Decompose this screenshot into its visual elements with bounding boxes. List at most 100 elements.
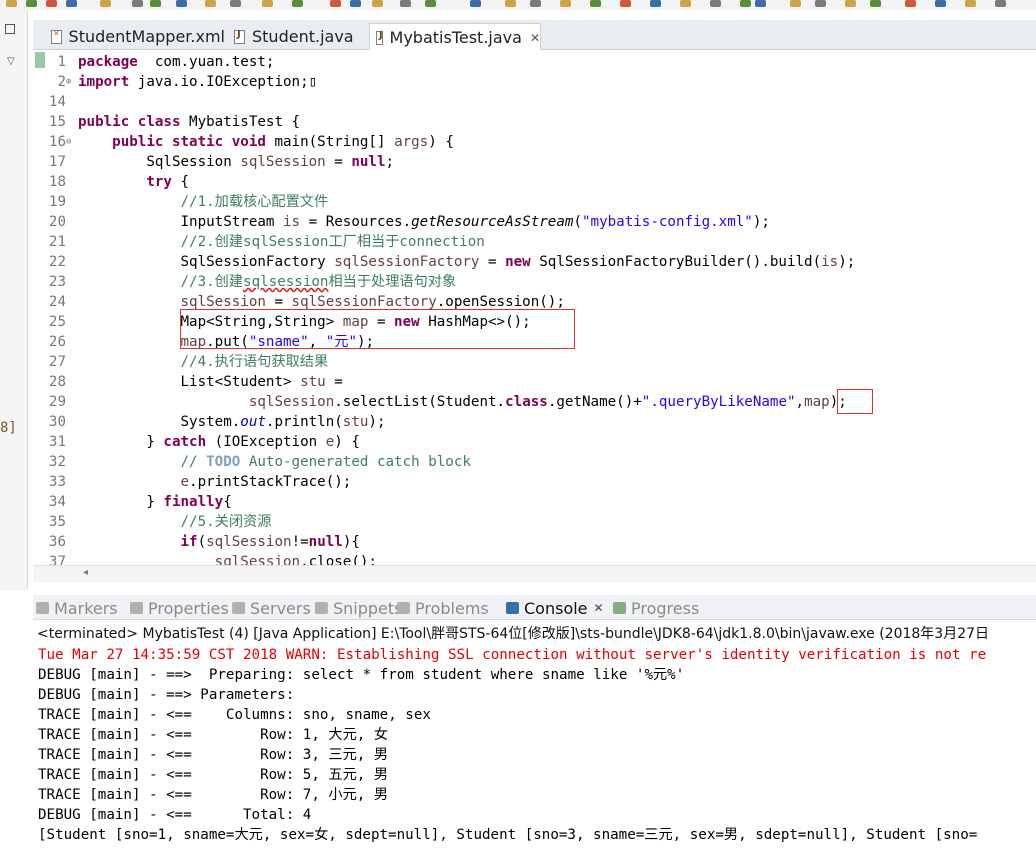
toolbar-icon[interactable] <box>560 0 571 7</box>
toolbar-icon[interactable] <box>710 0 721 7</box>
code-line[interactable]: 15 public class MybatisTest { <box>33 112 1036 132</box>
toolbar-icon[interactable] <box>995 0 1006 7</box>
toolbar-icon[interactable] <box>425 0 436 7</box>
toolbar-icon[interactable] <box>755 0 766 7</box>
code-line[interactable]: 35 //5.关闭资源 <box>33 512 1036 532</box>
editor-tab[interactable]: Student.java <box>228 23 364 50</box>
code-line[interactable]: 32 // TODO Auto-generated catch block <box>33 452 1036 472</box>
toolbar-icon[interactable] <box>530 0 541 7</box>
view-tab[interactable]: Servers <box>232 597 311 619</box>
view-tab[interactable]: Snippets <box>315 597 403 619</box>
editor-tab[interactable]: StudentMapper.xml <box>45 23 225 50</box>
code-line[interactable]: 21 //2.创建sqlSession工厂相当于connection <box>33 232 1036 252</box>
code-line[interactable]: 16 ⊖ public static void main(String[] arg… <box>33 132 1036 152</box>
toolbar-icon[interactable] <box>680 0 691 7</box>
scroll-left-icon[interactable]: ◂ <box>83 567 88 578</box>
line-number: 19 <box>48 194 66 210</box>
console-view[interactable]: <terminated> MybatisTest (4) [Java Appli… <box>33 621 1036 854</box>
console-output-line: TRACE [main] - <== Row: 5, 五元, 男 <box>38 767 389 783</box>
code-line[interactable]: 29 sqlSession.selectList(Student.class.g… <box>33 392 1036 412</box>
code-line[interactable]: 22 SqlSessionFactory sqlSessionFactory =… <box>33 252 1036 272</box>
code-line[interactable]: 23 //3.创建sqlsession相当于处理语句对象 <box>33 272 1036 292</box>
fold-toggle-icon[interactable]: ⊕ <box>66 72 71 92</box>
toolbar-icon[interactable] <box>6 0 17 7</box>
code-token: java.io.IOException; <box>129 74 309 90</box>
view-tab[interactable]: Problems <box>397 597 489 619</box>
toolbar-icon[interactable] <box>470 0 481 7</box>
code-token: { <box>171 174 190 190</box>
toolbar-icon[interactable] <box>372 0 383 7</box>
code-line[interactable]: 37 sqlSession.close(); <box>33 552 1036 565</box>
line-number: 23 <box>48 274 66 290</box>
fold-toggle-icon[interactable]: ⊖ <box>66 132 71 152</box>
code-token: .println( <box>265 414 343 430</box>
code-line[interactable]: 19 //1.加载核心配置文件 <box>33 192 1036 212</box>
code-line[interactable]: 30 System.out.println(stu); <box>33 412 1036 432</box>
close-view-icon[interactable]: ✕ <box>594 601 604 615</box>
toolbar-icon[interactable] <box>150 0 161 7</box>
clipped-panel-text: 8] <box>0 420 17 436</box>
view-tab[interactable]: Markers <box>36 597 118 619</box>
code-line[interactable]: 14 <box>33 92 1036 112</box>
code-token: main(String[] <box>265 134 395 150</box>
view-tab-icon <box>397 602 410 614</box>
close-tab-icon[interactable]: ✕ <box>530 31 540 45</box>
code-line[interactable]: 2 ⊕ import java.io.IOException;▯ <box>33 72 1036 92</box>
view-tab-label: Snippets <box>333 598 403 618</box>
code-token: sqlSession <box>240 154 326 170</box>
bottom-view-tab-bar: Markers Properties Servers Snippets Problems… <box>33 595 1036 620</box>
toolbar-icon[interactable] <box>590 0 601 7</box>
restore-view-icon[interactable] <box>5 24 15 34</box>
toolbar-icon[interactable] <box>620 0 631 7</box>
code-line[interactable]: 27 //4.执行语句获取结果 <box>33 352 1036 372</box>
view-tab-label: Problems <box>415 598 489 618</box>
code-line[interactable]: 36 if(sqlSession!=null){ <box>33 532 1036 552</box>
toolbar-icon[interactable] <box>132 0 143 7</box>
editor-horizontal-scrollbar[interactable]: ◂ <box>33 565 1036 582</box>
code-token: .close(); <box>300 554 377 565</box>
view-tab[interactable]: Properties <box>130 597 229 619</box>
toolbar-icon[interactable] <box>176 0 187 7</box>
view-tab[interactable]: Progress <box>613 597 699 619</box>
toolbar-icon[interactable] <box>935 0 946 7</box>
toolbar-icon[interactable] <box>400 0 411 7</box>
code-text: import java.io.IOException;▯ <box>78 72 317 92</box>
code-line[interactable]: 34 } finally{ <box>33 492 1036 512</box>
toolbar-icon[interactable] <box>66 0 77 7</box>
code-line[interactable]: 1 package com.yuan.test; <box>33 52 1036 72</box>
toolbar-icon[interactable] <box>650 0 661 7</box>
toolbar-icon[interactable] <box>350 0 361 7</box>
toolbar-icon[interactable] <box>845 0 856 7</box>
code-token: MybatisTest { <box>180 114 301 130</box>
code-line[interactable]: 17 SqlSession sqlSession = null; <box>33 152 1036 172</box>
toolbar-icon[interactable] <box>815 0 826 7</box>
code-token: = Resources. <box>300 214 412 230</box>
code-line[interactable]: 18 try { <box>33 172 1036 192</box>
toolbar-icon[interactable] <box>262 0 273 7</box>
toolbar-icon[interactable] <box>46 0 57 7</box>
view-menu-chevron-icon[interactable]: ▽ <box>7 56 15 67</box>
code-line[interactable]: 33 e.printStackTrace(); <box>33 472 1036 492</box>
toolbar-icon[interactable] <box>26 0 37 7</box>
toolbar-icon[interactable] <box>905 0 916 7</box>
code-line[interactable]: 31 } catch (IOException e) { <box>33 432 1036 452</box>
toolbar-icon[interactable] <box>205 0 216 7</box>
toolbar-icon[interactable] <box>505 0 516 7</box>
toolbar-icon[interactable] <box>870 0 881 7</box>
view-tab[interactable]: Console ✕ <box>506 597 604 619</box>
editor-tab[interactable]: MybatisTest.java ✕ <box>369 23 541 51</box>
toolbar-icon[interactable] <box>790 0 801 7</box>
toolbar-icon[interactable] <box>100 0 111 7</box>
java-code-editor[interactable]: 1 package com.yuan.test; 2 ⊕ import java.io.… <box>33 50 1036 565</box>
toolbar-icon[interactable] <box>965 0 976 7</box>
toolbar-icon[interactable] <box>740 0 751 7</box>
toolbar-icon[interactable] <box>230 0 241 7</box>
code-line[interactable]: 20 InputStream is = Resources.getResourc… <box>33 212 1036 232</box>
code-token: ) { <box>428 134 454 150</box>
toolbar-icon[interactable] <box>330 0 341 7</box>
code-token: stu <box>342 414 369 430</box>
toolbar-icon[interactable] <box>292 0 303 7</box>
code-line[interactable]: 28 List<Student> stu = <box>33 372 1036 392</box>
